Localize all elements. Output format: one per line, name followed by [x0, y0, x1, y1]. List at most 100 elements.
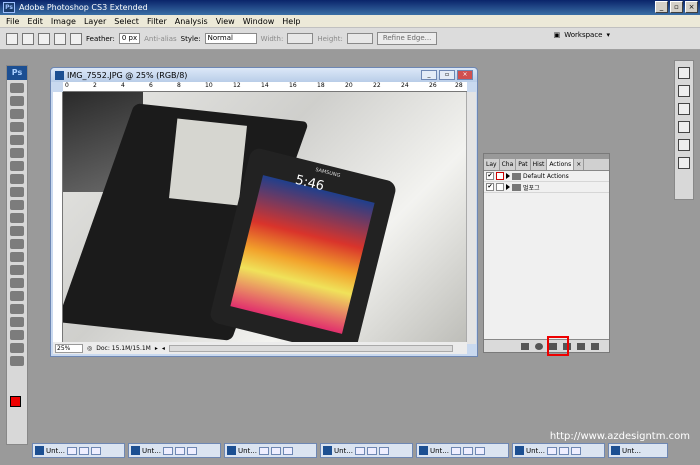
- hand-tool-icon[interactable]: [10, 343, 24, 353]
- menu-filter[interactable]: Filter: [147, 17, 167, 26]
- type-tool-icon[interactable]: [10, 278, 24, 288]
- delete-icon[interactable]: [591, 342, 599, 350]
- foreground-color-swatch[interactable]: [10, 396, 21, 407]
- tab-actions[interactable]: Actions: [547, 159, 575, 170]
- dodge-tool-icon[interactable]: [10, 252, 24, 262]
- restore-button[interactable]: ▫: [670, 1, 683, 13]
- minimized-doc[interactable]: Unt...: [512, 443, 605, 458]
- brushes-icon[interactable]: [678, 85, 690, 97]
- close-icon[interactable]: [90, 446, 101, 455]
- dialog-toggle[interactable]: [496, 183, 504, 191]
- restore-icon[interactable]: [546, 446, 557, 455]
- doc-close-button[interactable]: ×: [457, 70, 473, 80]
- clone-stamp-tool-icon[interactable]: [10, 187, 24, 197]
- menu-analysis[interactable]: Analysis: [175, 17, 208, 26]
- intersect-selection-icon[interactable]: [70, 32, 82, 45]
- restore-icon[interactable]: [354, 446, 365, 455]
- record-icon[interactable]: [535, 342, 543, 350]
- style-select[interactable]: Normal: [204, 33, 257, 44]
- crop-tool-icon[interactable]: [10, 135, 24, 145]
- marquee-tool-preset-icon[interactable]: [6, 32, 18, 45]
- tab-layers[interactable]: Lay: [484, 159, 500, 170]
- minimized-doc[interactable]: Unt...: [32, 443, 125, 458]
- subtract-selection-icon[interactable]: [54, 32, 66, 45]
- maximize-icon[interactable]: [366, 446, 377, 455]
- move-tool-icon[interactable]: [10, 83, 24, 93]
- blur-tool-icon[interactable]: [10, 239, 24, 249]
- maximize-icon[interactable]: [270, 446, 281, 455]
- maximize-icon[interactable]: [78, 446, 89, 455]
- restore-icon[interactable]: [258, 446, 269, 455]
- feather-input[interactable]: 0 px: [118, 33, 141, 44]
- minimized-doc[interactable]: Unt...: [128, 443, 221, 458]
- maximize-icon[interactable]: [462, 446, 473, 455]
- close-icon[interactable]: [186, 446, 197, 455]
- menu-select[interactable]: Select: [114, 17, 139, 26]
- menu-window[interactable]: Window: [243, 17, 275, 26]
- menu-view[interactable]: View: [216, 17, 235, 26]
- action-toggle-checkbox[interactable]: ✔: [486, 183, 494, 191]
- lasso-tool-icon[interactable]: [10, 109, 24, 119]
- close-icon[interactable]: [570, 446, 581, 455]
- action-toggle-checkbox[interactable]: ✔: [486, 172, 494, 180]
- brush-tool-icon[interactable]: [10, 174, 24, 184]
- menu-image[interactable]: Image: [51, 17, 76, 26]
- history-brush-tool-icon[interactable]: [10, 200, 24, 210]
- image-canvas[interactable]: SAMSUNG 5:46: [63, 92, 467, 344]
- horizontal-ruler[interactable]: 0 2 4 6 8 10 12 14 16 18 20 22 24 26 28: [63, 82, 467, 92]
- minimized-doc[interactable]: Unt...: [416, 443, 509, 458]
- restore-icon[interactable]: [162, 446, 173, 455]
- doc-minimize-button[interactable]: _: [421, 70, 437, 80]
- menu-help[interactable]: Help: [282, 17, 300, 26]
- paragraph-icon[interactable]: [678, 139, 690, 151]
- new-action-icon[interactable]: [577, 342, 585, 350]
- tab-channels[interactable]: Cha: [500, 159, 517, 170]
- gradient-tool-icon[interactable]: [10, 226, 24, 236]
- eraser-tool-icon[interactable]: [10, 213, 24, 223]
- minimized-doc[interactable]: Unt...: [608, 443, 668, 458]
- close-icon[interactable]: [474, 446, 485, 455]
- pen-tool-icon[interactable]: [10, 265, 24, 275]
- magic-wand-tool-icon[interactable]: [10, 122, 24, 132]
- close-icon[interactable]: [378, 446, 389, 455]
- close-icon[interactable]: [282, 446, 293, 455]
- path-selection-tool-icon[interactable]: [10, 291, 24, 301]
- width-input[interactable]: [287, 33, 314, 44]
- workspace-menu[interactable]: ▣ Workspace ▾: [554, 31, 610, 39]
- shape-tool-icon[interactable]: [10, 304, 24, 314]
- new-selection-icon[interactable]: [22, 32, 34, 45]
- tab-history[interactable]: Hist: [531, 159, 548, 170]
- document-window[interactable]: IMG_7552.JPG @ 25% (RGB/8) _ ▫ × 0 2 4 6…: [50, 67, 478, 357]
- zoom-tool-icon[interactable]: [10, 356, 24, 366]
- antialias-checkbox[interactable]: Anti-alias: [144, 35, 177, 43]
- stop-icon[interactable]: [521, 342, 529, 350]
- minimized-doc[interactable]: Unt...: [224, 443, 317, 458]
- clone-source-icon[interactable]: [678, 103, 690, 115]
- layer-comps-icon[interactable]: [678, 157, 690, 169]
- document-titlebar[interactable]: IMG_7552.JPG @ 25% (RGB/8): [51, 68, 477, 82]
- document-info[interactable]: Doc: 15.1M/15.1M: [96, 345, 151, 352]
- restore-icon[interactable]: [450, 446, 461, 455]
- character-icon[interactable]: [678, 121, 690, 133]
- minimize-button[interactable]: _: [655, 1, 668, 13]
- document-horizontal-scrollbar[interactable]: [168, 344, 453, 352]
- status-menu-arrow-icon[interactable]: ▸: [155, 345, 158, 352]
- dialog-toggle[interactable]: [496, 172, 504, 180]
- expand-triangle-icon[interactable]: [506, 184, 510, 190]
- close-button[interactable]: ×: [685, 1, 698, 13]
- minimized-doc[interactable]: Unt...: [320, 443, 413, 458]
- doc-maximize-button[interactable]: ▫: [439, 70, 455, 80]
- vertical-ruler[interactable]: [53, 92, 63, 344]
- action-set-row[interactable]: ✔ Default Actions: [484, 171, 609, 182]
- marquee-tool-icon[interactable]: [10, 96, 24, 106]
- add-selection-icon[interactable]: [38, 32, 50, 45]
- maximize-icon[interactable]: [174, 446, 185, 455]
- menu-file[interactable]: File: [6, 17, 19, 26]
- restore-icon[interactable]: [66, 446, 77, 455]
- menu-edit[interactable]: Edit: [27, 17, 43, 26]
- slice-tool-icon[interactable]: [10, 148, 24, 158]
- expand-triangle-icon[interactable]: [506, 173, 510, 179]
- tools-presets-icon[interactable]: [678, 67, 690, 79]
- refine-edge-button[interactable]: Refine Edge...: [376, 32, 438, 45]
- document-vertical-scrollbar[interactable]: [466, 92, 476, 344]
